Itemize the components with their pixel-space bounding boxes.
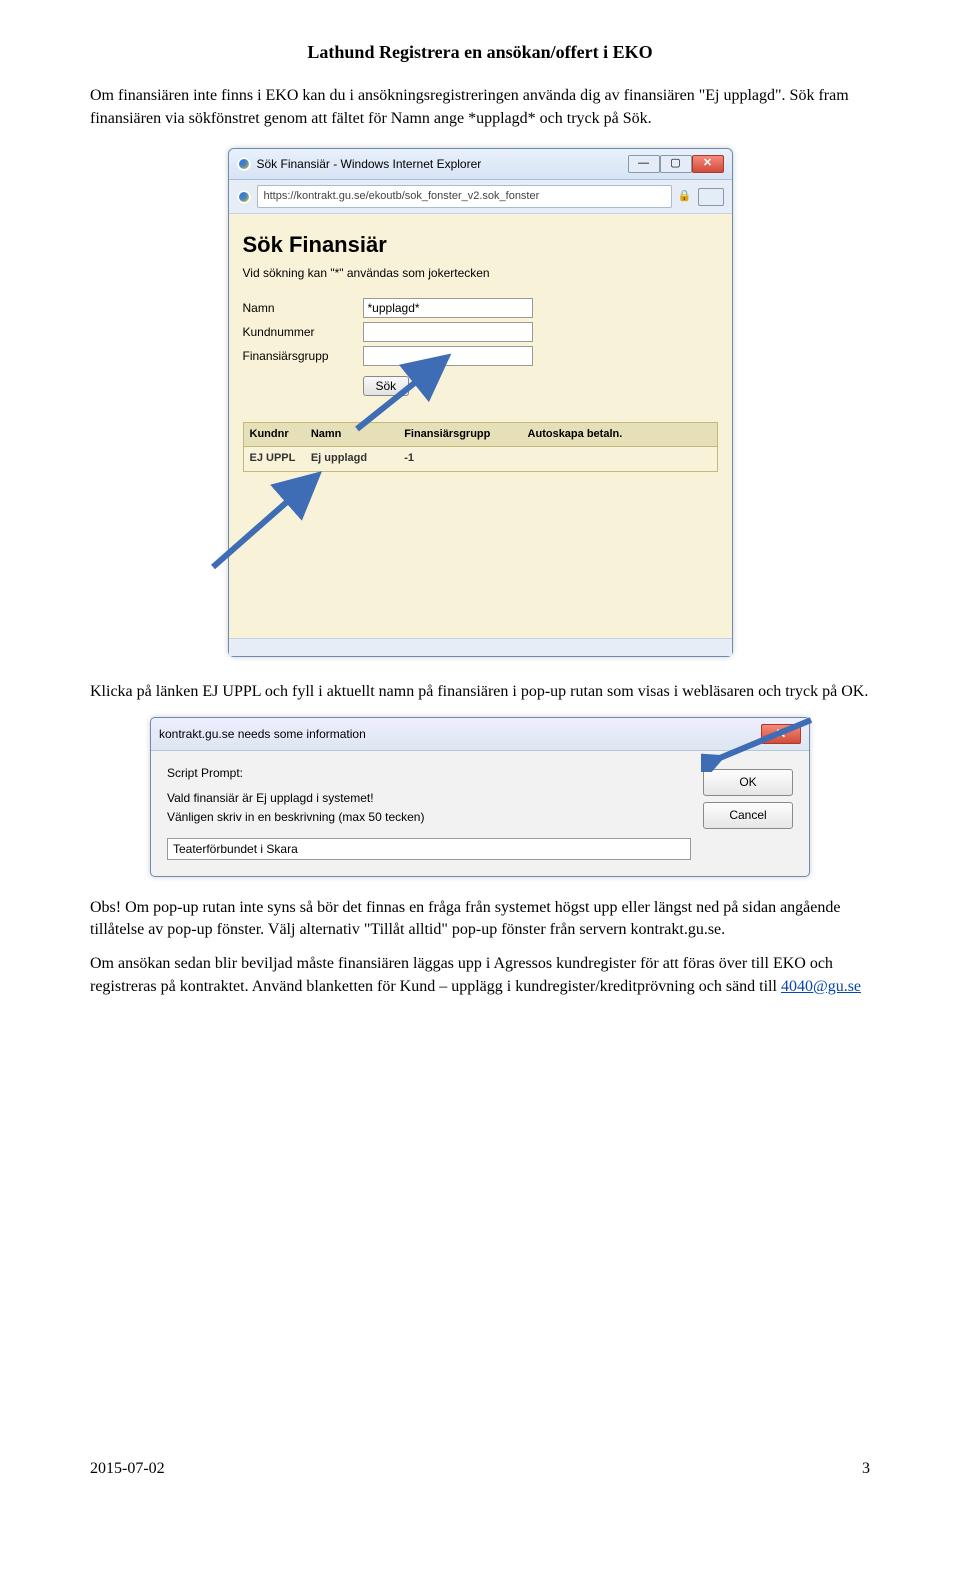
close-button[interactable]: ✕ [692, 155, 724, 173]
page-title: Lathund Registrera en ansökan/offert i E… [90, 40, 870, 65]
paragraph-obs: Obs! Om pop-up rutan inte syns så bör de… [90, 897, 870, 942]
th-autoskapa: Autoskapa betaln. [522, 423, 642, 446]
label-finansiarsgrupp: Finansiärsgrupp [243, 348, 363, 365]
prompt-input[interactable] [167, 838, 691, 860]
search-subtext: Vid sökning kan "*" användas som jokerte… [243, 265, 718, 282]
paragraph-4-text: Om ansökan sedan blir beviljad måste fin… [90, 955, 833, 994]
prompt-line-2: Vänligen skriv in en beskrivning (max 50… [167, 809, 691, 826]
footer-date: 2015-07-02 [90, 1458, 165, 1480]
window-titlebar: Sök Finansiär - Windows Internet Explore… [229, 149, 732, 180]
screenshot-prompt-dialog: kontrakt.gu.se needs some information ✕ … [150, 717, 810, 876]
ie-icon [237, 157, 251, 171]
paragraph-1: Om finansiären inte finns i EKO kan du i… [90, 85, 870, 130]
maximize-button[interactable]: ▢ [660, 155, 692, 173]
label-namn: Namn [243, 300, 363, 317]
url-field[interactable]: https://kontrakt.gu.se/ekoutb/sok_fonste… [257, 185, 672, 208]
search-heading: Sök Finansiär [243, 230, 718, 261]
input-kundnummer[interactable] [363, 322, 533, 342]
ok-button[interactable]: OK [703, 769, 793, 796]
result-header: Kundnr Namn Finansiärsgrupp Autoskapa be… [243, 422, 718, 447]
paragraph-2: Klicka på länken EJ UPPL och fyll i aktu… [90, 681, 870, 703]
ie-icon-small [237, 190, 251, 204]
paragraph-4: Om ansökan sedan blir beviljad måste fin… [90, 953, 870, 998]
minimize-button[interactable]: — [628, 155, 660, 173]
email-link[interactable]: 4040@gu.se [781, 978, 861, 995]
td-finansiarsgrupp: -1 [398, 447, 518, 470]
address-bar: https://kontrakt.gu.se/ekoutb/sok_fonste… [229, 180, 732, 214]
window-title: Sök Finansiär - Windows Internet Explore… [257, 156, 482, 173]
cancel-button[interactable]: Cancel [703, 802, 793, 829]
status-bar [229, 638, 732, 656]
footer-page: 3 [862, 1458, 870, 1480]
dialog-title: kontrakt.gu.se needs some information [159, 726, 366, 743]
annotation-arrow-ok [701, 712, 821, 772]
tab-icon [698, 188, 724, 206]
annotation-arrow-row [203, 467, 333, 577]
label-kundnummer: Kundnummer [243, 324, 363, 341]
lock-icon: 🔒 [678, 189, 692, 204]
input-namn[interactable] [363, 298, 533, 318]
screenshot-search-window: Sök Finansiär - Windows Internet Explore… [228, 148, 733, 657]
prompt-line-1: Vald finansiär är Ej upplagd i systemet! [167, 790, 691, 807]
script-prompt-label: Script Prompt: [167, 765, 691, 782]
th-kundnr: Kundnr [244, 423, 302, 446]
annotation-arrow-sok [347, 349, 457, 439]
